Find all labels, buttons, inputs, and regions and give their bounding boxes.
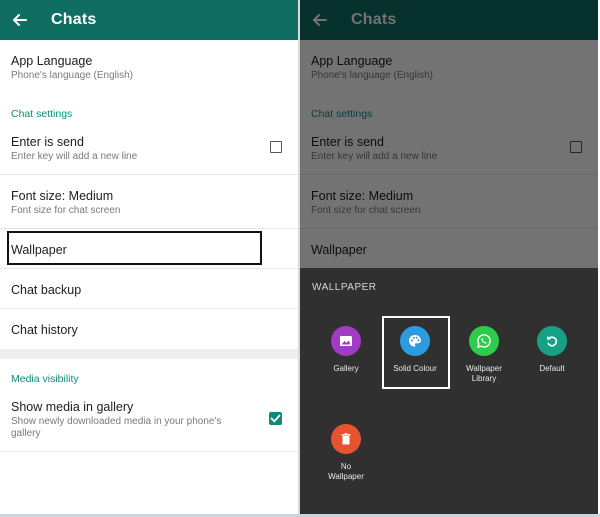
chats-settings-screen: Chats App Language Phone's language (Eng… bbox=[0, 0, 298, 517]
trash-icon bbox=[331, 424, 361, 454]
no-wallpaper-label-line1: No bbox=[340, 462, 352, 471]
sheet-title: WALLPAPER bbox=[312, 282, 377, 293]
wallpaper-option-no-wallpaper[interactable]: No Wallpaper bbox=[316, 424, 376, 482]
default-label: Default bbox=[539, 364, 565, 373]
font-size-title: Font size: Medium bbox=[11, 189, 114, 203]
toolbar: Chats bbox=[0, 0, 298, 40]
show-media-subtitle-line2: gallery bbox=[11, 428, 41, 439]
chat-settings-header: Chat settings bbox=[11, 108, 73, 120]
page-title: Chats bbox=[51, 11, 97, 28]
no-wallpaper-label-line2: Wallpaper bbox=[328, 472, 364, 481]
wallpaper-bottom-sheet: WALLPAPER Gallery Solid Colour Wallpaper… bbox=[300, 268, 598, 514]
enter-is-send-item[interactable]: Enter is send Enter key will add a new l… bbox=[0, 124, 298, 175]
show-media-item[interactable]: Show media in gallery Show newly downloa… bbox=[0, 390, 298, 452]
show-media-checkbox[interactable] bbox=[269, 412, 282, 425]
section-divider bbox=[0, 349, 298, 359]
whatsapp-icon bbox=[469, 326, 499, 356]
image-icon bbox=[331, 326, 361, 356]
chats-settings-with-wallpaper-sheet: Chats App Language Phone's language (Eng… bbox=[300, 0, 598, 517]
app-language-subtitle: Phone's language (English) bbox=[11, 70, 133, 81]
enter-is-send-checkbox[interactable] bbox=[270, 141, 282, 153]
app-language-title: App Language bbox=[11, 54, 93, 68]
chat-history-title: Chat history bbox=[11, 323, 78, 337]
chat-history-item[interactable]: Chat history bbox=[0, 309, 298, 349]
wallpaper-option-default[interactable]: Default bbox=[522, 326, 582, 374]
wallpaper-option-gallery[interactable]: Gallery bbox=[316, 326, 376, 374]
wallpaper-option-library[interactable]: Wallpaper Library bbox=[454, 326, 514, 384]
wallpaper-library-label: Wallpaper Library bbox=[454, 364, 514, 384]
wallpaper-highlight-box bbox=[7, 231, 262, 265]
media-visibility-header: Media visibility bbox=[11, 373, 79, 385]
chat-backup-title: Chat backup bbox=[11, 283, 82, 297]
show-media-title: Show media in gallery bbox=[11, 400, 134, 414]
enter-is-send-subtitle: Enter key will add a new line bbox=[11, 151, 138, 162]
solid-colour-highlight-box bbox=[382, 316, 450, 389]
show-media-subtitle-line1: Show newly downloaded media in your phon… bbox=[11, 416, 222, 427]
gallery-label: Gallery bbox=[333, 364, 359, 373]
no-wallpaper-label: No Wallpaper bbox=[316, 462, 376, 482]
chat-backup-item[interactable]: Chat backup bbox=[0, 269, 298, 309]
check-icon bbox=[270, 414, 281, 423]
font-size-subtitle: Font size for chat screen bbox=[11, 205, 121, 216]
arrow-left-icon[interactable] bbox=[10, 10, 30, 30]
font-size-item[interactable]: Font size: Medium Font size for chat scr… bbox=[0, 175, 298, 229]
enter-is-send-title: Enter is send bbox=[11, 135, 84, 149]
app-language-item[interactable]: App Language Phone's language (English) bbox=[0, 40, 298, 94]
wallpaper-library-label-line2: Library bbox=[471, 374, 497, 383]
wallpaper-library-label-line1: Wallpaper bbox=[466, 364, 502, 373]
reset-icon bbox=[537, 326, 567, 356]
